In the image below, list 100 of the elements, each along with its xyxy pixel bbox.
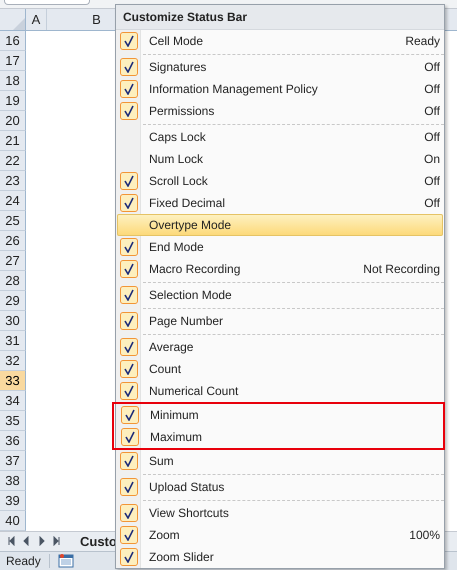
row-header[interactable]: 26 xyxy=(0,230,26,251)
row-header[interactable]: 23 xyxy=(0,170,26,191)
item-label: Sum xyxy=(149,454,175,468)
menu-item[interactable]: Average xyxy=(117,336,443,358)
checkbox-checked[interactable] xyxy=(120,58,138,76)
menu-item[interactable]: Selection Mode xyxy=(117,284,443,306)
menu-item[interactable]: Upload Status xyxy=(117,476,443,498)
checkbox-checked[interactable] xyxy=(120,102,138,120)
checkbox-checked[interactable] xyxy=(121,428,139,446)
menu-item[interactable]: End Mode xyxy=(117,236,443,258)
row-header[interactable]: 25 xyxy=(0,210,26,231)
row-header[interactable]: 39 xyxy=(0,490,26,511)
menu-item[interactable]: Sum xyxy=(117,450,443,472)
row-header[interactable]: 35 xyxy=(0,410,26,431)
row-header[interactable]: 37 xyxy=(0,450,26,471)
item-label: Overtype Mode xyxy=(149,218,232,232)
item-label: Permissions xyxy=(149,104,216,118)
item-label: Num Lock xyxy=(149,152,204,166)
menu-item[interactable]: Num Lock On xyxy=(117,148,443,170)
row-header[interactable]: 38 xyxy=(0,470,26,491)
menu-item[interactable]: Caps Lock Off xyxy=(117,126,443,148)
checkbox-checked[interactable] xyxy=(120,360,138,378)
row-header[interactable]: 20 xyxy=(0,110,26,131)
item-label: Upload Status xyxy=(149,480,226,494)
menu-item[interactable]: Zoom Slider xyxy=(117,546,443,568)
item-label: Caps Lock xyxy=(149,130,207,144)
item-label: Count xyxy=(149,362,182,376)
checkbox-checked[interactable] xyxy=(120,526,138,544)
sheet-tab[interactable]: Custo xyxy=(80,534,117,549)
item-value: On xyxy=(424,152,440,166)
item-label: Zoom xyxy=(149,528,181,542)
checkbox-checked[interactable] xyxy=(120,504,138,522)
item-value: 100% xyxy=(409,528,440,542)
checkbox-checked[interactable] xyxy=(120,194,138,212)
checkbox-checked[interactable] xyxy=(120,338,138,356)
row-header[interactable]: 40 xyxy=(0,510,26,531)
item-value: Off xyxy=(424,60,440,74)
item-label: Page Number xyxy=(149,314,224,328)
menu-item[interactable]: Cell Mode Ready xyxy=(117,30,443,52)
checkbox-checked[interactable] xyxy=(120,80,138,98)
menu-item[interactable]: Count xyxy=(117,358,443,380)
menu-title: Customize Status Bar xyxy=(116,5,444,30)
row-header[interactable]: 28 xyxy=(0,270,26,291)
menu-item[interactable]: Permissions Off xyxy=(117,100,443,122)
row-header[interactable]: 21 xyxy=(0,130,26,151)
item-label: Minimum xyxy=(150,408,200,422)
item-value: Off xyxy=(424,104,440,118)
menu-item[interactable]: Information Management Policy Off xyxy=(117,78,443,100)
row-header[interactable]: 29 xyxy=(0,290,26,311)
row-header[interactable]: 32 xyxy=(0,350,26,371)
checkbox-checked[interactable] xyxy=(120,312,138,330)
item-label: Cell Mode xyxy=(149,34,204,48)
checkbox-checked[interactable] xyxy=(120,478,138,496)
row-header[interactable]: 33 xyxy=(0,370,26,391)
item-value: Off xyxy=(424,130,440,144)
checkbox-checked[interactable] xyxy=(120,238,138,256)
row-header[interactable]: 31 xyxy=(0,330,26,351)
checkbox-checked[interactable] xyxy=(120,260,138,278)
item-label: Selection Mode xyxy=(149,288,233,302)
item-label: Signatures xyxy=(149,60,208,74)
checkbox-checked[interactable] xyxy=(120,32,138,50)
checkbox-checked[interactable] xyxy=(120,286,138,304)
row-header[interactable]: 18 xyxy=(0,70,26,91)
item-label: View Shortcuts xyxy=(149,506,230,520)
item-label: Average xyxy=(149,340,194,354)
checkbox-checked[interactable] xyxy=(120,382,138,400)
status-text: Ready xyxy=(0,554,50,568)
row-header[interactable]: 30 xyxy=(0,310,26,331)
menu-item[interactable]: Minimum xyxy=(118,404,442,426)
menu-item[interactable]: Macro Recording Not Recording xyxy=(117,258,443,280)
item-value: Off xyxy=(424,82,440,96)
row-header[interactable]: 36 xyxy=(0,430,26,451)
menu-item[interactable]: Signatures Off xyxy=(117,56,443,78)
menu-item[interactable]: Overtype Mode xyxy=(117,214,443,236)
checkbox-checked[interactable] xyxy=(121,406,139,424)
checkbox-checked[interactable] xyxy=(120,548,138,566)
menu-item[interactable]: Scroll Lock Off xyxy=(117,170,443,192)
row-header[interactable]: 22 xyxy=(0,150,26,171)
item-label: Fixed Decimal xyxy=(149,196,226,210)
row-header[interactable]: 24 xyxy=(0,190,26,211)
item-label: Zoom Slider xyxy=(149,550,215,564)
menu-item[interactable]: Zoom 100% xyxy=(117,524,443,546)
checkbox-checked[interactable] xyxy=(120,172,138,190)
item-label: Numerical Count xyxy=(149,384,240,398)
row-header[interactable]: 27 xyxy=(0,250,26,271)
menu-item[interactable]: Maximum xyxy=(118,426,442,448)
menu-item[interactable]: Page Number xyxy=(117,310,443,332)
item-value: Off xyxy=(424,174,440,188)
item-label: Information Management Policy xyxy=(149,82,319,96)
item-label: Maximum xyxy=(150,430,204,444)
column-header[interactable]: A xyxy=(26,8,47,30)
row-header[interactable]: 19 xyxy=(0,90,26,111)
menu-item[interactable]: View Shortcuts xyxy=(117,502,443,524)
page-layout-icon[interactable] xyxy=(58,554,74,568)
menu-item[interactable]: Numerical Count xyxy=(117,380,443,402)
row-header[interactable]: 17 xyxy=(0,50,26,71)
checkbox-checked[interactable] xyxy=(120,452,138,470)
row-header[interactable]: 34 xyxy=(0,390,26,411)
row-header[interactable]: 16 xyxy=(0,30,26,51)
menu-item[interactable]: Fixed Decimal Off xyxy=(117,192,443,214)
